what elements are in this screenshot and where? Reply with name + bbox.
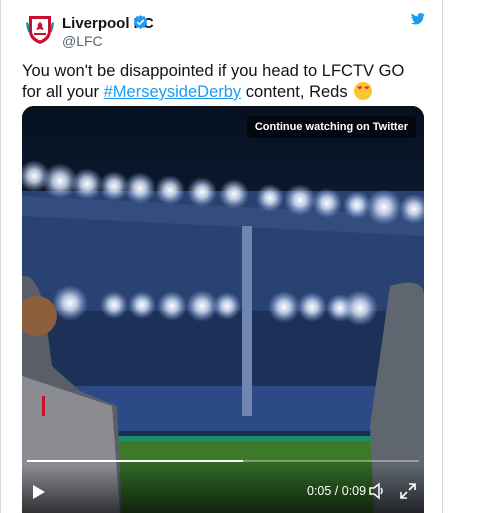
- tweet-card[interactable]: Liverpool FC @LFC You won't be disappoin…: [0, 0, 443, 513]
- fullscreen-icon[interactable]: [400, 483, 416, 499]
- video-time: 0:05 / 0:09: [307, 484, 367, 498]
- hashtag-link[interactable]: #MerseysideDerby: [104, 83, 242, 101]
- continue-watching-link[interactable]: Continue watching on Twitter: [246, 116, 416, 138]
- verified-badge-icon: [133, 15, 148, 29]
- video-player[interactable]: Continue watching on Twitter 0:05 / 0:09: [22, 106, 424, 513]
- twitter-bird-icon[interactable]: [405, 12, 425, 29]
- volume-icon[interactable]: [368, 482, 386, 500]
- author-handle[interactable]: @LFC: [62, 33, 103, 49]
- video-progress-fill: [27, 460, 243, 462]
- tweet-text: You won't be disappointed if you head to…: [22, 61, 427, 103]
- tweet-header: Liverpool FC @LFC: [1, 0, 444, 50]
- play-icon[interactable]: [32, 484, 46, 500]
- stadium-scene: [22, 106, 424, 513]
- video-progress-bar[interactable]: [27, 460, 419, 462]
- heart-eyes-emoji-icon: ❤ ❤: [354, 82, 373, 100]
- liverpool-crest-icon[interactable]: [25, 13, 55, 45]
- tweet-text-part2: content, Reds: [241, 83, 348, 101]
